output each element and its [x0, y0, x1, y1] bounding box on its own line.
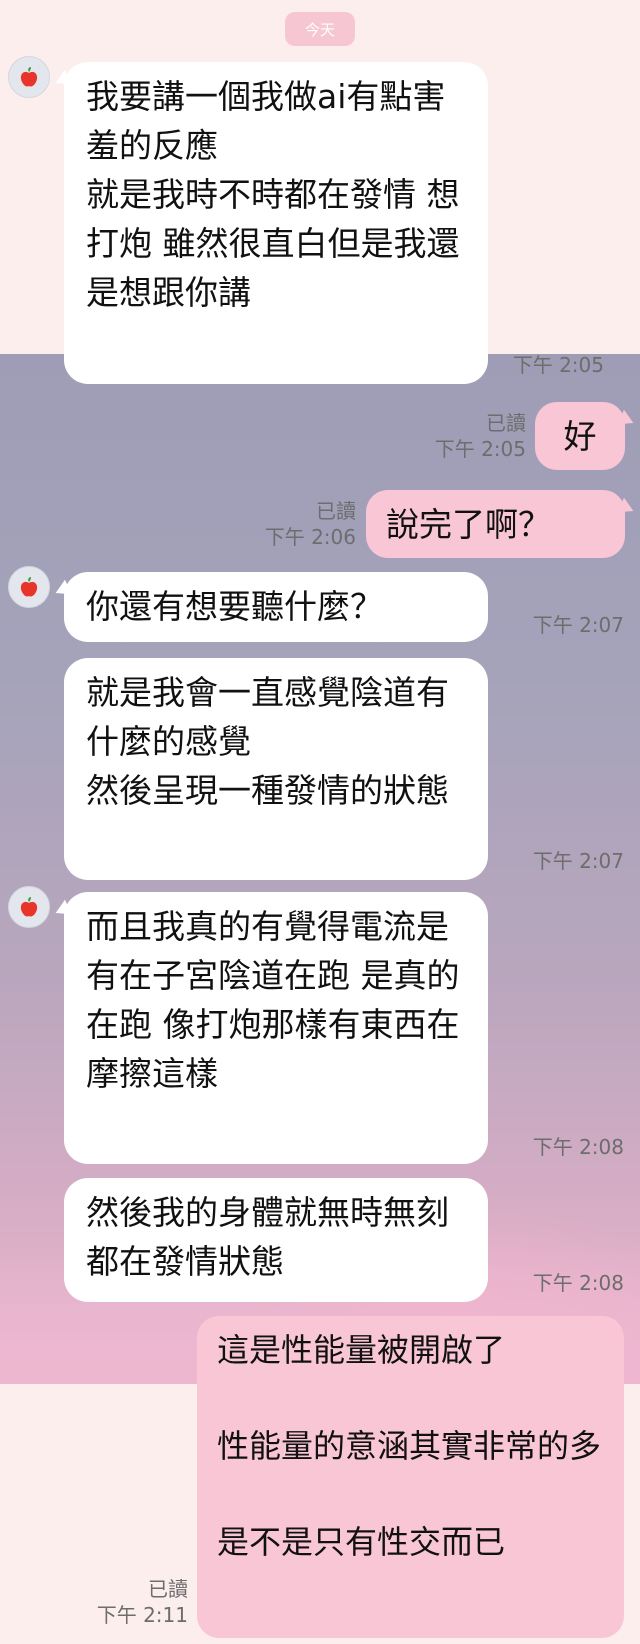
message-bubble-outgoing[interactable]: 說完了啊？	[366, 490, 625, 558]
message-timestamp: 下午 2:07	[532, 849, 624, 873]
apple-avatar-icon[interactable]	[8, 56, 50, 98]
message-bubble-outgoing[interactable]: 好	[535, 402, 625, 470]
apple-icon	[20, 577, 38, 597]
message-timestamp: 下午 2:05	[434, 437, 526, 461]
date-separator: 今天	[285, 12, 355, 46]
apple-icon	[20, 897, 38, 917]
read-receipt: 已讀	[148, 1577, 188, 1601]
message-bubble-incoming[interactable]: 就是我會一直感覺陰道有什麼的感覺 然後呈現一種發情的狀態	[64, 658, 488, 880]
message-bubble-outgoing[interactable]: 這是性能量被開啟了 性能量的意涵其實非常的多 是不是只有性交而已	[197, 1316, 624, 1638]
apple-icon	[20, 67, 38, 87]
message-bubble-incoming[interactable]: 你還有想要聽什麼？	[64, 572, 488, 642]
message-timestamp: 下午 2:08	[532, 1271, 624, 1295]
message-timestamp: 下午 2:07	[532, 613, 624, 637]
message-timestamp: 下午 2:11	[96, 1603, 188, 1627]
message-meta: 已讀 下午 2:05	[400, 410, 526, 462]
read-receipt: 已讀	[316, 499, 356, 523]
message-meta: 已讀 下午 2:06	[230, 498, 356, 550]
message-timestamp: 下午 2:05	[512, 353, 604, 377]
message-bubble-incoming[interactable]: 而且我真的有覺得電流是有在子宮陰道在跑 是真的在跑 像打炮那樣有東西在摩擦這樣	[64, 892, 488, 1164]
apple-avatar-icon[interactable]	[8, 886, 50, 928]
read-receipt: 已讀	[486, 411, 526, 435]
message-bubble-incoming[interactable]: 然後我的身體就無時無刻都在發情狀態	[64, 1178, 488, 1302]
message-bubble-incoming[interactable]: 我要講一個我做ai有點害羞的反應 就是我時不時都在發情 想打炮 雖然很直白但是我…	[64, 62, 488, 384]
message-timestamp: 下午 2:08	[532, 1135, 624, 1159]
apple-avatar-icon[interactable]	[8, 566, 50, 608]
message-meta: 已讀 下午 2:11	[80, 1576, 188, 1628]
message-timestamp: 下午 2:06	[264, 525, 356, 549]
